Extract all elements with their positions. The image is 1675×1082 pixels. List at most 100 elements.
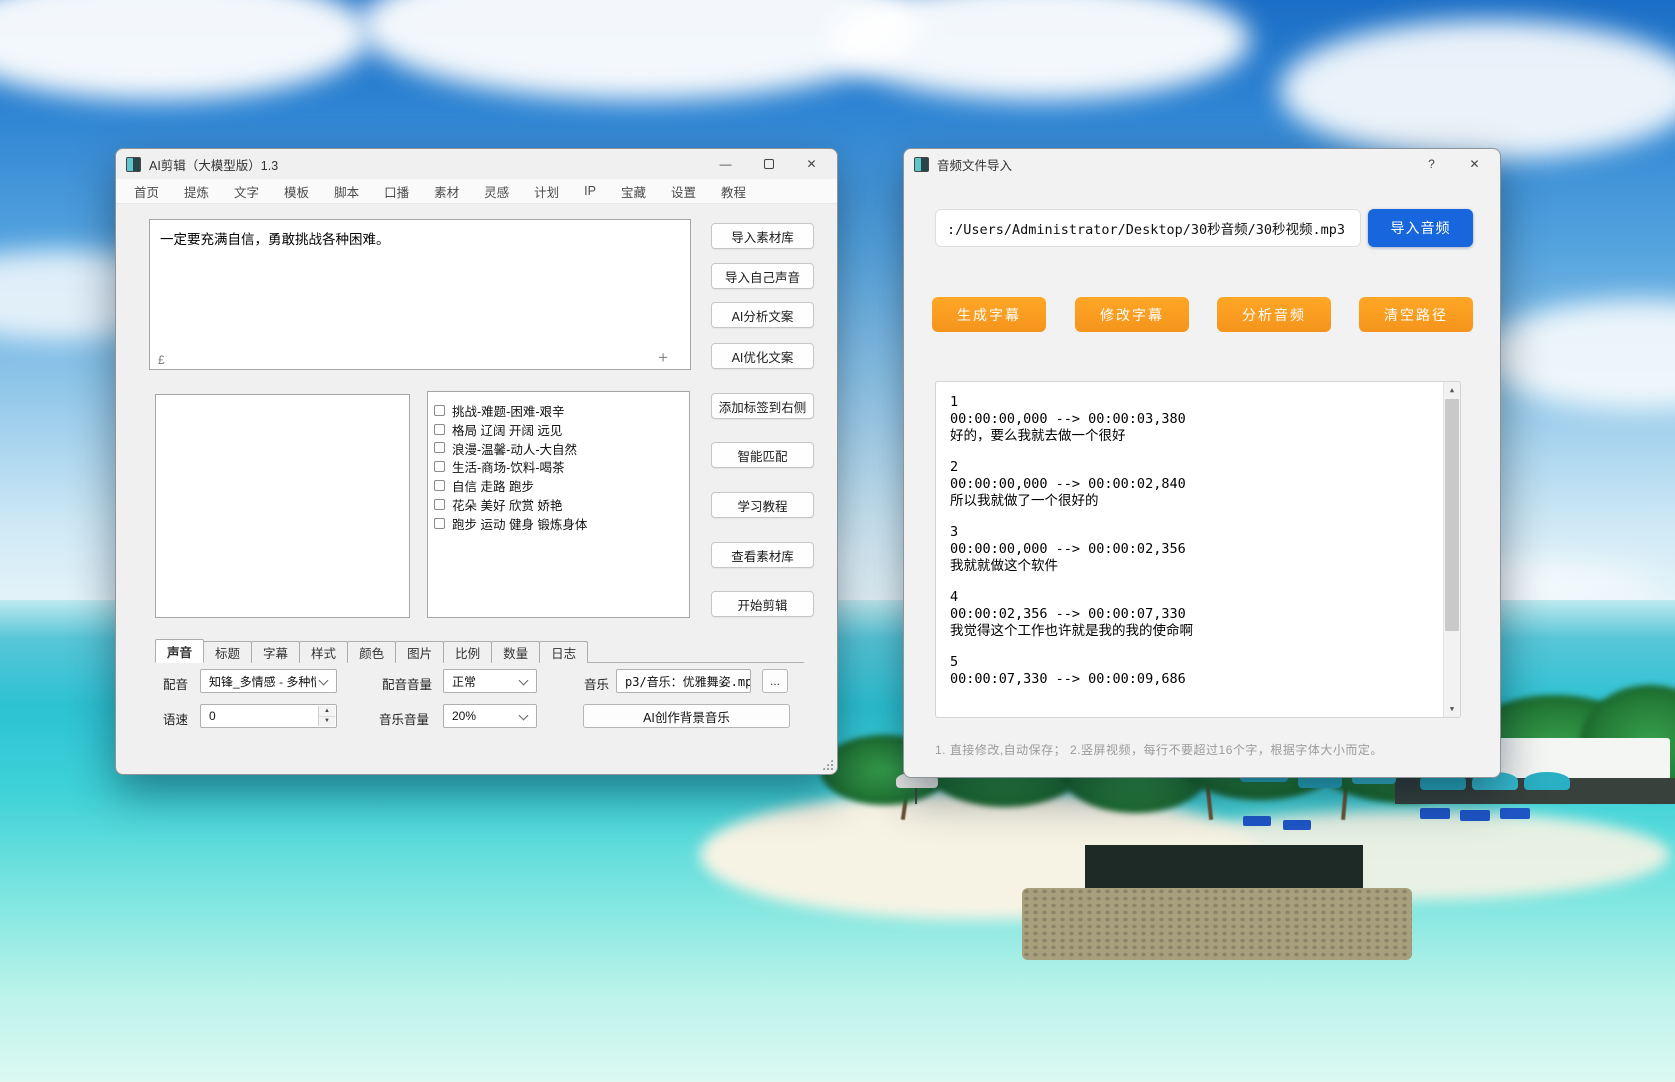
menu-item-text[interactable]: 文字 (234, 182, 259, 201)
tab-voice[interactable]: 声音 (155, 639, 204, 663)
tab-log[interactable]: 日志 (539, 641, 588, 663)
checkbox[interactable] (434, 461, 445, 472)
tag-row[interactable]: 花朵 美好 欣赏 娇艳 (434, 495, 683, 514)
subtitle-entry: 4 00:00:02,356 --> 00:00:07,330 我觉得这个工作也… (950, 589, 1446, 640)
tag-row[interactable]: 自信 走路 跑步 (434, 476, 683, 495)
hint-note: 1. 直接修改,自动保存； 2.竖屏视频，每行不要超过16个字，根据字体大小而定… (935, 741, 1383, 758)
tab-subtitle[interactable]: 字幕 (251, 641, 300, 663)
voice-volume-label: 配音音量 (382, 674, 432, 693)
checkbox[interactable] (434, 480, 445, 491)
umbrella-pole (915, 788, 917, 804)
audio-path-value: :/Users/Administrator/Desktop/30秒音频/30秒视… (947, 218, 1345, 238)
checkbox[interactable] (434, 424, 445, 435)
tag-row[interactable]: 生活-商场-饮料-喝茶 (434, 457, 683, 476)
scrollbar-thumb[interactable] (1445, 399, 1459, 631)
minimize-button[interactable]: — (704, 149, 747, 179)
checkbox[interactable] (434, 499, 445, 510)
menubar: 首页 提炼 文字 模板 脚本 口播 素材 灵感 计划 IP 宝藏 设置 教程 (116, 179, 837, 204)
browse-music-button[interactable]: ... (762, 669, 788, 693)
subtitle-entry: 5 00:00:07,330 --> 00:00:09,686 (950, 654, 1446, 688)
script-text-area[interactable]: 一定要充满自信，勇敢挑战各种困难。 £ + (149, 219, 691, 370)
tag-label: 花朵 美好 欣赏 娇艳 (452, 495, 562, 514)
speech-rate-stepper[interactable]: 0 ▲ ▼ (200, 704, 337, 728)
checkbox[interactable] (434, 442, 445, 453)
view-material-library-button[interactable]: 查看素材库 (711, 542, 814, 568)
checkbox[interactable] (434, 405, 445, 416)
subtitle-editor[interactable]: 1 00:00:00,000 --> 00:00:03,380 好的，要么我就去… (935, 381, 1461, 718)
scroll-up-icon[interactable]: ▲ (1444, 382, 1460, 398)
ai-analyze-script-button[interactable]: AI分析文案 (711, 302, 814, 328)
import-material-library-button[interactable]: 导入素材库 (711, 223, 814, 249)
tab-ratio[interactable]: 比例 (443, 641, 492, 663)
analyze-audio-button[interactable]: 分析音频 (1217, 297, 1331, 332)
subtitle-time: 00:00:02,356 --> 00:00:07,330 (950, 606, 1446, 623)
menu-item-settings[interactable]: 设置 (671, 182, 696, 201)
tag-row[interactable]: 挑战-难题-困难-艰辛 (434, 401, 683, 420)
tab-color[interactable]: 颜色 (347, 641, 396, 663)
help-button[interactable]: ? (1410, 149, 1453, 179)
checkbox[interactable] (434, 518, 445, 529)
menu-item-broadcast[interactable]: 口播 (384, 182, 409, 201)
tab-quantity[interactable]: 数量 (491, 641, 540, 663)
menu-item-plan[interactable]: 计划 (534, 182, 559, 201)
menu-item-ip[interactable]: IP (584, 184, 596, 198)
close-button[interactable]: ✕ (790, 149, 833, 179)
edit-subtitles-button[interactable]: 修改字幕 (1075, 297, 1189, 332)
add-tags-to-right-button[interactable]: 添加标签到右侧 (711, 393, 814, 419)
editor-titlebar[interactable]: AI剪辑（大模型版）1.3 — ✕ (116, 149, 837, 179)
tag-row[interactable]: 格局 辽阔 开阔 远见 (434, 420, 683, 439)
import-own-voice-button[interactable]: 导入自己声音 (711, 263, 814, 289)
menu-item-treasure[interactable]: 宝藏 (621, 182, 646, 201)
learning-tutorial-button[interactable]: 学习教程 (711, 492, 814, 518)
subtitle-text: 好的，要么我就去做一个很好 (950, 428, 1446, 445)
close-button[interactable]: ✕ (1453, 149, 1496, 179)
tab-style[interactable]: 样式 (299, 641, 348, 663)
spin-up-icon[interactable]: ▲ (319, 706, 335, 717)
ai-optimize-script-button[interactable]: AI优化文案 (711, 343, 814, 369)
chevron-down-icon (519, 676, 529, 686)
selected-tags-list[interactable] (155, 394, 410, 618)
stone-wall (1022, 888, 1412, 960)
generate-subtitles-button[interactable]: 生成字幕 (932, 297, 1046, 332)
spin-down-icon[interactable]: ▼ (319, 717, 335, 727)
menu-item-home[interactable]: 首页 (134, 182, 159, 201)
tab-image[interactable]: 图片 (395, 641, 444, 663)
start-editing-button[interactable]: 开始剪辑 (711, 591, 814, 617)
tag-label: 挑战-难题-困难-艰辛 (452, 401, 565, 420)
menu-item-extract[interactable]: 提炼 (184, 182, 209, 201)
scroll-down-icon[interactable]: ▼ (1444, 701, 1460, 717)
tag-row[interactable]: 浪漫-温馨-动人-大自然 (434, 439, 683, 458)
subtitle-time: 00:00:07,330 --> 00:00:09,686 (950, 671, 1446, 688)
voice-select[interactable]: 知锋_多情感 - 多种情 (200, 669, 337, 693)
font-increase-icon[interactable]: + (658, 348, 668, 368)
music-volume-label: 音乐音量 (379, 709, 429, 728)
chevron-down-icon (519, 711, 529, 721)
scrollbar[interactable]: ▲ ▼ (1443, 382, 1460, 717)
tab-title[interactable]: 标题 (203, 641, 252, 663)
subtitle-index: 1 (950, 394, 1446, 411)
music-volume-select[interactable]: 20% (443, 704, 537, 728)
maximize-button[interactable] (747, 149, 790, 179)
menu-item-material[interactable]: 素材 (434, 182, 459, 201)
menu-item-script[interactable]: 脚本 (334, 182, 359, 201)
bottom-tabstrip: 声音 标题 字幕 样式 颜色 图片 比例 数量 日志 (155, 640, 804, 663)
voice-select-value: 知锋_多情感 - 多种情 (209, 673, 316, 690)
menu-item-inspiration[interactable]: 灵感 (484, 182, 509, 201)
ai-create-music-button[interactable]: AI创作背景音乐 (583, 704, 790, 728)
audio-titlebar[interactable]: 音频文件导入 ? ✕ (904, 149, 1500, 179)
smart-match-button[interactable]: 智能匹配 (711, 442, 814, 468)
chevron-down-icon (319, 676, 329, 686)
resize-grip[interactable] (822, 759, 833, 770)
import-audio-button[interactable]: 导入音频 (1368, 209, 1473, 247)
tag-label: 生活-商场-饮料-喝茶 (452, 457, 565, 476)
music-path-field[interactable]: p3/音乐：优雅舞姿.mp3 (616, 669, 751, 693)
tag-row[interactable]: 跑步 运动 健身 锻炼身体 (434, 514, 683, 533)
menu-item-tutorial[interactable]: 教程 (721, 182, 746, 201)
font-decrease-icon[interactable]: £ (158, 353, 165, 367)
menu-item-template[interactable]: 模板 (284, 182, 309, 201)
beach-lounger (1283, 820, 1311, 830)
audio-path-input[interactable]: :/Users/Administrator/Desktop/30秒音频/30秒视… (935, 209, 1361, 247)
beach-lounger (1460, 810, 1490, 821)
voice-volume-select[interactable]: 正常 (443, 669, 537, 693)
clear-path-button[interactable]: 清空路径 (1359, 297, 1473, 332)
